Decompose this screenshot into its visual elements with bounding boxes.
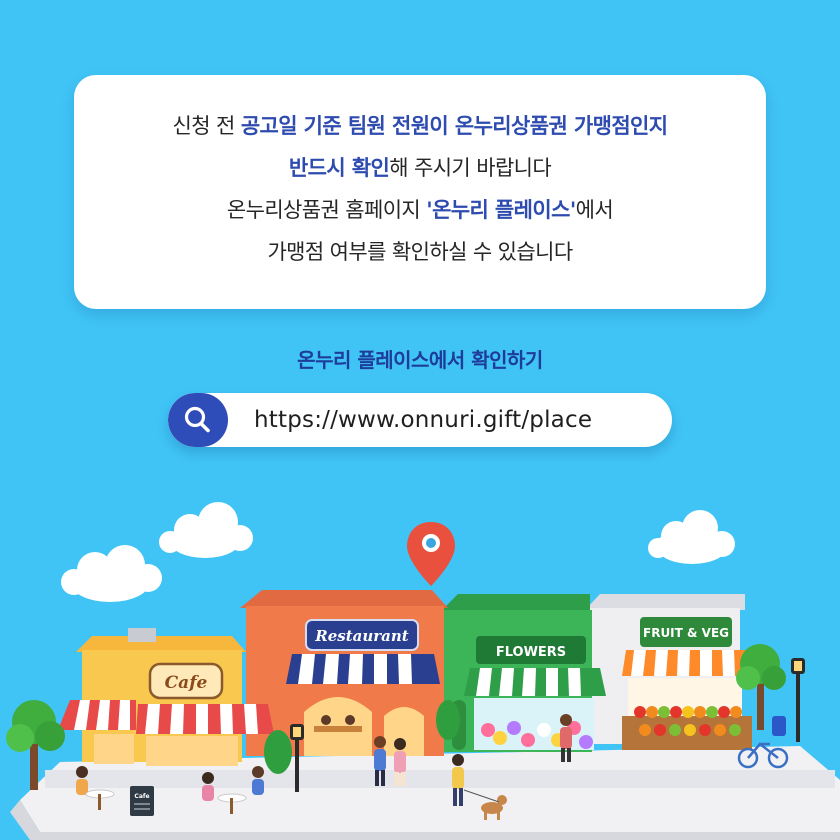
notice-highlight: 반드시 확인 <box>288 156 390 180</box>
mailbox-icon <box>772 716 786 736</box>
notice-text: 신청 전 <box>172 114 241 138</box>
notice-line-1: 신청 전 공고일 기준 팀원 전원이 온누리상품권 가맹점인지 <box>74 105 766 147</box>
canvas: 신청 전 공고일 기준 팀원 전원이 온누리상품권 가맹점인지 반드시 확인해 … <box>0 0 840 840</box>
cloud-icon <box>61 545 162 602</box>
notice-text: 해 주시기 바랍니다 <box>389 156 552 180</box>
cloud-icon <box>648 510 735 564</box>
restaurant-sign: Restaurant <box>314 627 409 645</box>
search-icon <box>184 406 210 433</box>
notice-line-2: 반드시 확인해 주시기 바랍니다 <box>74 147 766 189</box>
cloud-icon <box>159 502 253 558</box>
notice-text: 에서 <box>575 198 614 222</box>
flowers-sign: FLOWERS <box>496 645 566 660</box>
notice-highlight: '온누리 플레이스' <box>426 198 576 222</box>
menu-board: Cafe <box>134 793 149 800</box>
url-search-bar[interactable]: https://www.onnuri.gift/place <box>168 393 672 447</box>
notice-card: 신청 전 공고일 기준 팀원 전원이 온누리상품권 가맹점인지 반드시 확인해 … <box>74 75 766 309</box>
notice-line-4: 가맹점 여부를 확인하실 수 있습니다 <box>267 240 573 264</box>
street-lamp-icon <box>791 658 805 742</box>
cafe-sign: Cafe <box>165 673 208 693</box>
street-illustration: FRUIT & VEG FLOWERS Restaurant Cafe Cafe <box>6 502 840 840</box>
url-text[interactable]: https://www.onnuri.gift/place <box>254 393 592 447</box>
fruit-veg-shop: FRUIT & VEG <box>585 594 752 750</box>
notice-highlight: 공고일 기준 팀원 전원이 온누리상품권 가맹점인지 <box>240 114 668 138</box>
location-pin-icon <box>407 522 455 586</box>
search-button[interactable] <box>168 393 228 447</box>
flower-shop: FLOWERS <box>440 594 606 752</box>
cta-title: 온누리 플레이스에서 확인하기 <box>297 348 543 372</box>
fruit-veg-sign: FRUIT & VEG <box>643 626 729 640</box>
notice-line-3: 온누리상품권 홈페이지 '온누리 플레이스'에서 <box>74 189 766 231</box>
notice-text: 온누리상품권 홈페이지 <box>226 198 427 222</box>
